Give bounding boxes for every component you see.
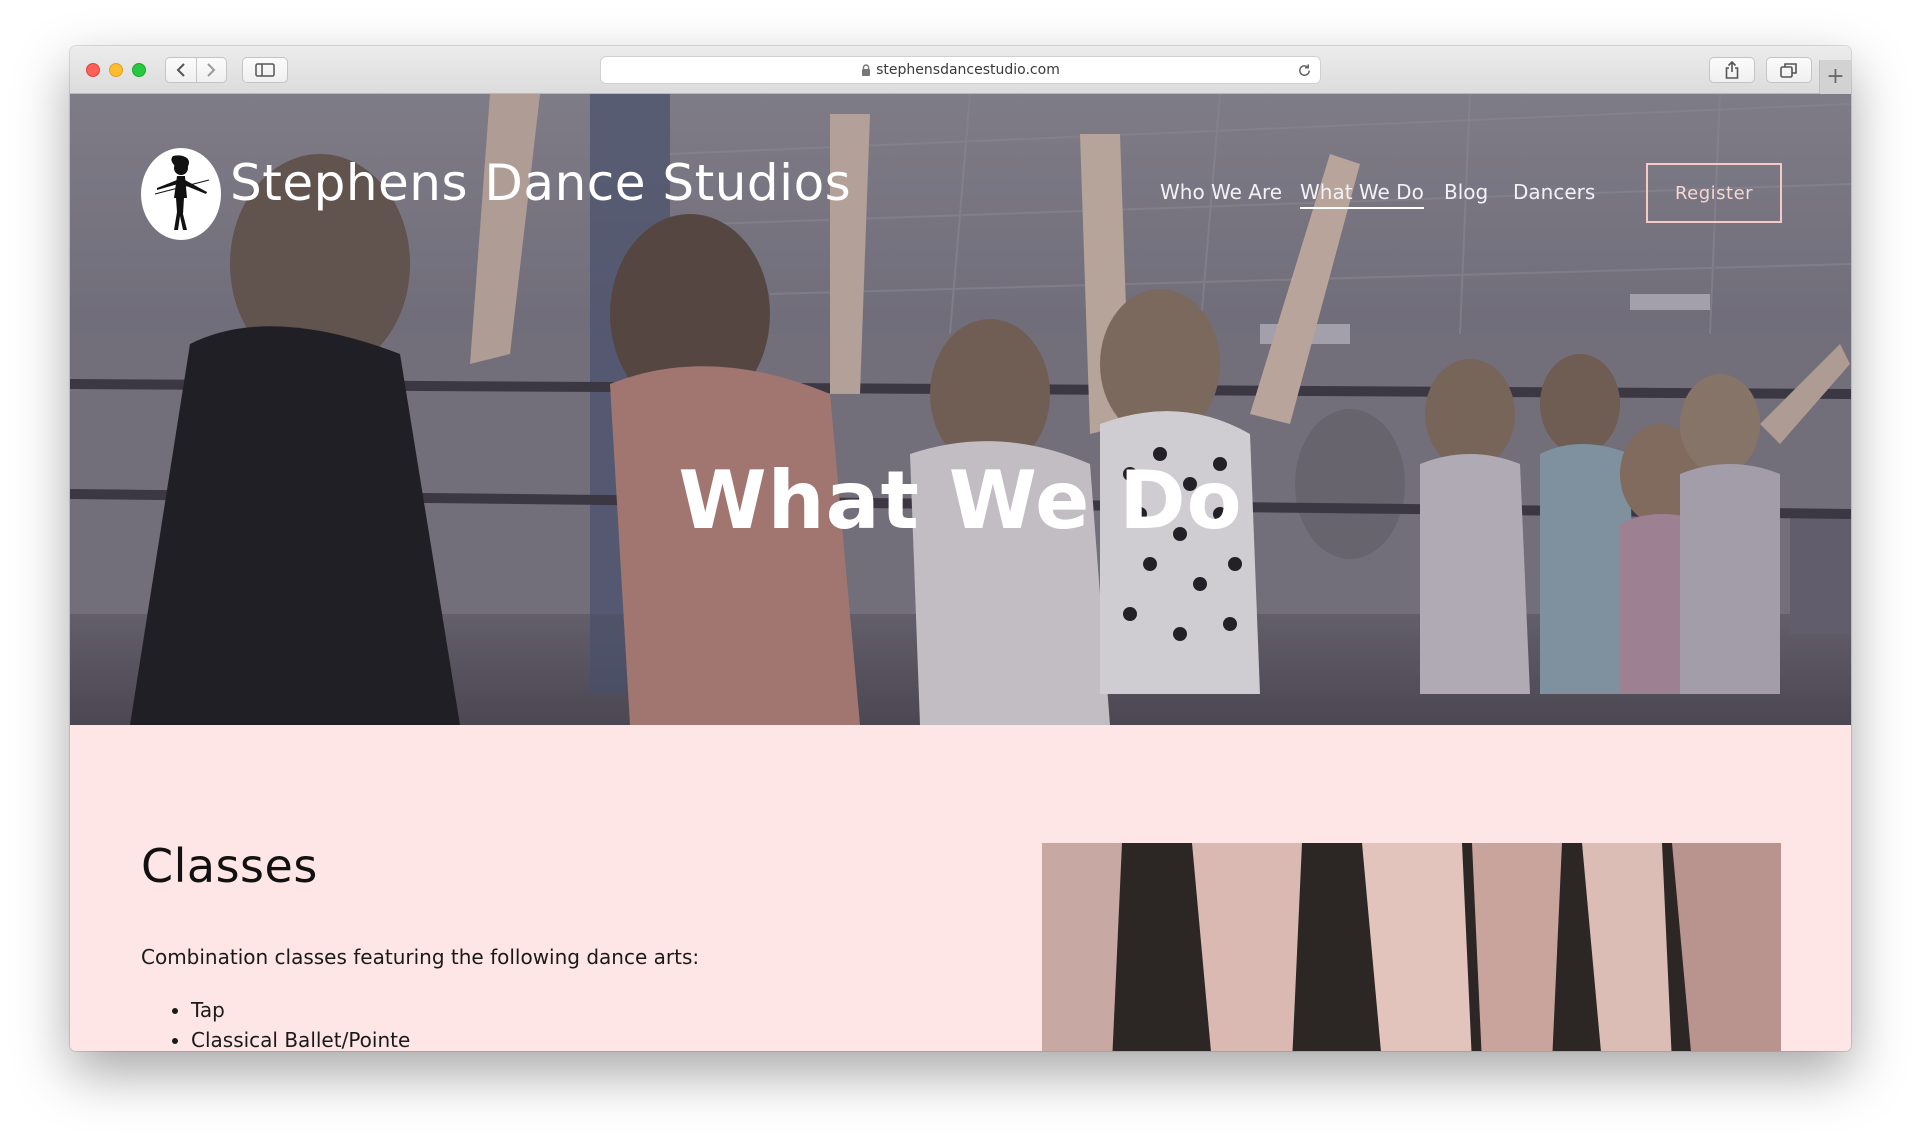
nav-dancers[interactable]: Dancers: [1513, 180, 1595, 204]
address-bar[interactable]: stephensdancestudio.com: [600, 56, 1321, 84]
share-button[interactable]: [1709, 57, 1755, 83]
back-button[interactable]: [166, 58, 196, 82]
browser-toolbar: stephensdancestudio.com +: [70, 46, 1851, 94]
list-item: Tap: [191, 995, 410, 1025]
hero-section: Stephens Dance Studios Who We Are What W…: [70, 94, 1851, 725]
site-logo[interactable]: [141, 148, 221, 240]
chevron-right-icon: [207, 63, 216, 77]
site-title[interactable]: Stephens Dance Studios: [230, 154, 851, 212]
classes-title: Classes: [141, 839, 318, 893]
reload-icon[interactable]: [1297, 63, 1312, 78]
nav-blog[interactable]: Blog: [1444, 180, 1488, 204]
list-item: Classical Ballet/Pointe: [191, 1025, 410, 1051]
hero-heading: What We Do: [678, 454, 1243, 547]
url-text: stephensdancestudio.com: [876, 62, 1060, 78]
nav-what-we-do[interactable]: What We Do: [1300, 180, 1424, 209]
show-tabs-button[interactable]: [1766, 57, 1812, 83]
lock-icon: [861, 64, 871, 76]
nav-who-we-are[interactable]: Who We Are: [1160, 180, 1282, 204]
chevron-left-icon: [176, 63, 185, 77]
classes-list: Tap Classical Ballet/Pointe: [141, 995, 410, 1051]
minimize-window-button[interactable]: [109, 63, 123, 77]
sidebar-toggle-button[interactable]: [242, 57, 288, 83]
close-window-button[interactable]: [86, 63, 100, 77]
dancer-silhouette-icon: [154, 155, 210, 230]
share-icon: [1725, 61, 1739, 79]
zoom-window-button[interactable]: [132, 63, 146, 77]
tabs-icon: [1780, 63, 1797, 78]
register-button[interactable]: Register: [1646, 163, 1782, 223]
classes-section: Classes Combination classes featuring th…: [70, 725, 1851, 1051]
sidebar-icon: [255, 63, 275, 77]
browser-window: stephensdancestudio.com + Stephens Dance…: [70, 46, 1851, 1051]
classes-intro: Combination classes featuring the follow…: [141, 945, 700, 969]
history-nav-group: [165, 57, 227, 83]
legs-image: [1042, 843, 1781, 1051]
forward-button[interactable]: [197, 58, 227, 82]
new-tab-button[interactable]: +: [1819, 60, 1851, 94]
dancers-legs-photo: [1042, 843, 1781, 1051]
web-page: Stephens Dance Studios Who We Are What W…: [70, 94, 1851, 1051]
